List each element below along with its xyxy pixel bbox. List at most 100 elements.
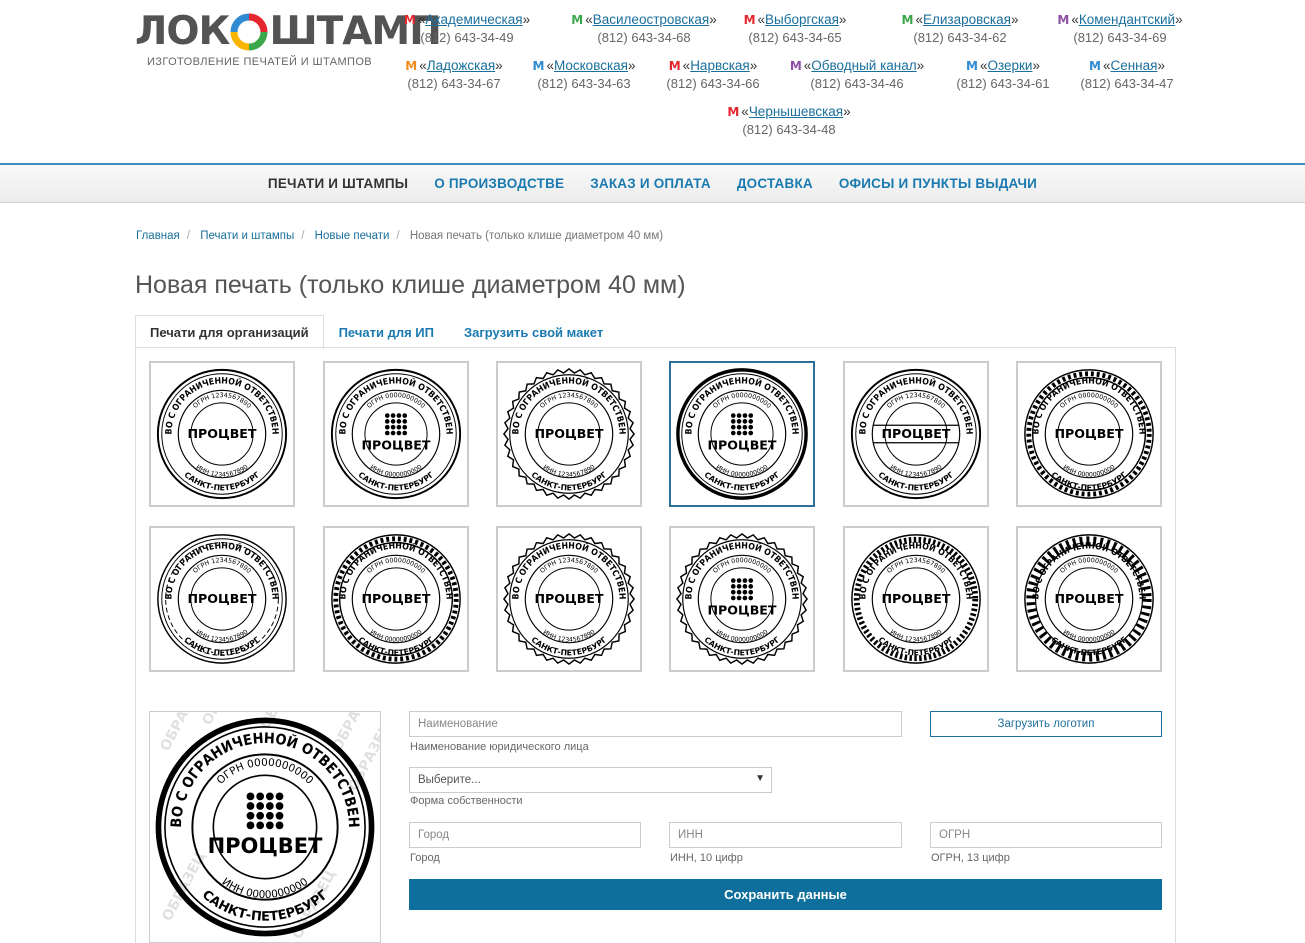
stamp-ogrn-text: ОГРН 0000000000: [1059, 392, 1119, 410]
watermark-text: ОБРАЗЕЦ: [289, 867, 339, 942]
station-link[interactable]: Озерки: [987, 58, 1032, 73]
site-header: ЛОК ШТАМП ИЗГОТОВЛЕНИЕ ПЕЧАТЕЙ И ШТАМПОВ…: [0, 0, 1305, 163]
stamp-template-option[interactable]: ОБЩЕСТВО С ОГРАНИЧЕННОЙ ОТВЕТСТВЕННОСТЬЮ…: [496, 526, 642, 672]
stamp-ogrn-text: ОГРН 1234567890: [886, 557, 946, 575]
name-field[interactable]: Наименование: [409, 711, 902, 737]
stamp-inn-text: ИНН 0000000000: [369, 629, 424, 644]
stamp-company-name: ПРОЦВЕТ: [707, 438, 776, 453]
stamp-inn-text: ИНН 1234567890: [195, 464, 250, 479]
stamp-template-option[interactable]: ОБЩЕСТВО С ОГРАНИЧЕННОЙ ОТВЕТСТВЕННОСТЬЮ…: [149, 526, 295, 672]
stamp-graphic: ОБЩЕСТВО С ОГРАНИЧЕННОЙ ОТВЕТСТВЕННОСТЬЮ…: [675, 532, 809, 666]
breadcrumb-stamps[interactable]: Печати и штампы: [200, 230, 294, 242]
breadcrumb-home[interactable]: Главная: [136, 230, 180, 242]
stamp-org-type-text: ОБЩЕСТВО С ОГРАНИЧЕННОЙ ОТВЕТСТВЕННОСТЬЮ: [338, 376, 453, 437]
stamp-company-name: ПРОЦВЕТ: [534, 591, 603, 606]
stamp-inn-text: ИНН 1234567890: [542, 629, 597, 644]
station-name-line: M «Чернышевская»: [727, 104, 851, 119]
inn-field[interactable]: ИНН: [669, 822, 902, 848]
breadcrumb-separator: /: [186, 230, 190, 242]
station-link[interactable]: Обводный канал: [811, 58, 916, 73]
name-hint: Наименование юридического лица: [410, 741, 589, 753]
stamp-graphic: ОБЩЕСТВО С ОГРАНИЧЕННОЙ ОТВЕТСТВЕННОСТЬЮ…: [1024, 369, 1154, 499]
breadcrumb: Главная / Печати и штампы / Новые печати / …: [136, 230, 663, 242]
nav-order-payment[interactable]: ЗАКАЗ И ОПЛАТА: [590, 176, 711, 191]
breadcrumb-current: Новая печать (только клише диаметром 40 …: [409, 230, 664, 242]
ogrn-field[interactable]: ОГРН: [930, 822, 1162, 848]
station-phone: (812) 643-34-47: [1080, 76, 1174, 91]
stamp-ogrn-text: ОГРН 0000000000: [366, 557, 426, 575]
nav-delivery[interactable]: ДОСТАВКА: [737, 176, 813, 191]
metro-icon: M: [901, 13, 914, 27]
save-data-button[interactable]: Сохранить данные: [409, 879, 1162, 910]
station-link[interactable]: Сенная: [1110, 58, 1157, 73]
metro-icon: M: [405, 59, 418, 73]
metro-station: M «Чернышевская» (812) 643-34-48: [699, 104, 879, 137]
tab-organizations[interactable]: Печати для организаций: [135, 315, 324, 349]
stamp-template-option[interactable]: ОБЩЕСТВО С ОГРАНИЧЕННОЙ ОТВЕТСТВЕННОСТЬЮ…: [496, 361, 642, 507]
stamp-graphic: ОБЩЕСТВО С ОГРАНИЧЕННОЙ ОТВЕТСТВЕННОСТЬЮ…: [502, 367, 636, 501]
chevron-down-icon: ▼: [755, 773, 765, 784]
stamp-template-option[interactable]: ОБЩЕСТВО С ОГРАНИЧЕННОЙ ОТВЕТСТВЕННОСТЬЮ…: [1016, 526, 1162, 672]
ownership-selected-value: Выберите...: [418, 774, 481, 786]
stamp-inn-text: ИНН 0000000000: [369, 464, 424, 479]
stamp-inn-text: ИНН 1234567890: [889, 464, 944, 479]
metro-station: M «Сенная» (812) 643-34-47: [1037, 58, 1217, 91]
stamp-inn-text: ИНН 1234567890: [195, 629, 250, 644]
station-phone: (812) 643-34-65: [748, 30, 842, 45]
stamp-graphic: ОБЩЕСТВО С ОГРАНИЧЕННОЙ ОТВЕТСТВЕННОСТЬЮ…: [330, 368, 462, 500]
metro-icon: M: [1089, 59, 1101, 73]
metro-icon: M: [1057, 13, 1070, 27]
stamp-template-option[interactable]: ОБЩЕСТВО С ОГРАНИЧЕННОЙ ОТВЕТСТВЕННОСТЬЮ…: [323, 526, 469, 672]
site-logo[interactable]: ЛОК ШТАМП ИЗГОТОВЛЕНИЕ ПЕЧАТЕЙ И ШТАМПОВ: [135, 10, 442, 72]
nav-offices[interactable]: ОФИСЫ И ПУНКТЫ ВЫДАЧИ: [839, 176, 1037, 191]
stamp-ogrn-text: ОГРН 0000000000: [1059, 557, 1119, 575]
stamp-inn-text: ИНН 0000000000: [715, 629, 770, 644]
stamp-template-option[interactable]: ОБЩЕСТВО С ОГРАНИЧЕННОЙ ОТВЕТСТВЕННОСТЬЮ…: [669, 526, 815, 672]
station-link[interactable]: Елизаровская: [923, 12, 1011, 27]
stamp-template-option[interactable]: ОБЩЕСТВО С ОГРАНИЧЕННОЙ ОТВЕТСТВЕННОСТЬЮ…: [843, 361, 989, 507]
station-link[interactable]: Нарвская: [690, 58, 750, 73]
station-name-line: M «Выборгская»: [743, 12, 847, 27]
ownership-select[interactable]: Выберите... ▼: [409, 767, 772, 793]
stamp-template-option[interactable]: ОБЩЕСТВО С ОГРАНИЧЕННОЙ ОТВЕТСТВЕННОСТЬЮ…: [149, 361, 295, 507]
city-field[interactable]: Город: [409, 822, 641, 848]
stamp-company-name: ПРОЦВЕТ: [707, 603, 776, 618]
metro-icon: M: [532, 59, 545, 73]
ownership-hint: Форма собственности: [410, 795, 523, 807]
station-name-line: M «Комендантский»: [1057, 12, 1183, 27]
ogrn-hint: ОГРН, 13 цифр: [931, 852, 1010, 864]
stamp-company-name: ПРОЦВЕТ: [881, 591, 950, 606]
metro-icon: M: [403, 13, 416, 27]
stamp-template-option[interactable]: ОБЩЕСТВО С ОГРАНИЧЕННОЙ ОТВЕТСТВЕННОСТЬЮ…: [1016, 361, 1162, 507]
stamp-graphic: ОБЩЕСТВО С ОГРАНИЧЕННОЙ ОТВЕТСТВЕННОСТЬЮ…: [156, 368, 288, 500]
stamp-ogrn-text: ОГРН 0000000000: [366, 392, 426, 410]
logo-dots-icon: [384, 413, 408, 436]
stamp-template-option[interactable]: ОБЩЕСТВО С ОГРАНИЧЕННОЙ ОТВЕТСТВЕННОСТЬЮ…: [669, 361, 815, 507]
station-phone: (812) 643-34-49: [420, 30, 514, 45]
city-hint: Город: [410, 852, 440, 864]
nav-production[interactable]: О ПРОИЗВОДСТВЕ: [434, 176, 564, 191]
metro-station: M «Комендантский» (812) 643-34-69: [1030, 12, 1210, 45]
station-link[interactable]: Ладожская: [427, 58, 495, 73]
stamp-template-option[interactable]: ОБЩЕСТВО С ОГРАНИЧЕННОЙ ОТВЕТСТВЕННОСТЬЮ…: [323, 361, 469, 507]
metro-station: M «Академическая» (812) 643-34-49: [377, 12, 557, 45]
stamp-ogrn-text: ОГРН 0000000000: [712, 557, 772, 575]
station-link[interactable]: Василеостровская: [593, 12, 709, 27]
stamp-company-name: ПРОЦВЕТ: [361, 591, 430, 606]
station-link[interactable]: Комендантский: [1079, 12, 1175, 27]
stamp-template-option[interactable]: ОБЩЕСТВО С ОГРАНИЧЕННОЙ ОТВЕТСТВЕННОСТЬЮ…: [843, 526, 989, 672]
station-link[interactable]: Чернышевская: [749, 104, 843, 119]
tab-upload-layout[interactable]: Загрузить свой макет: [449, 315, 618, 348]
upload-logo-button[interactable]: Загрузить логотип: [930, 711, 1162, 737]
station-link[interactable]: Выборгская: [765, 12, 839, 27]
metro-station: M «Елизаровская» (812) 643-34-62: [870, 12, 1050, 45]
stamp-company-name: ПРОЦВЕТ: [534, 426, 603, 441]
station-phone: (812) 643-34-48: [742, 122, 836, 137]
station-link[interactable]: Академическая: [425, 12, 522, 27]
stamp-company-name: ПРОЦВЕТ: [187, 591, 256, 606]
station-name-line: M «Сенная»: [1089, 58, 1165, 73]
station-link[interactable]: Московская: [554, 58, 628, 73]
tab-individual-entrepreneurs[interactable]: Печати для ИП: [324, 315, 449, 348]
nav-stamps[interactable]: ПЕЧАТИ И ШТАМПЫ: [268, 176, 408, 191]
breadcrumb-new-stamps[interactable]: Новые печати: [315, 230, 390, 242]
